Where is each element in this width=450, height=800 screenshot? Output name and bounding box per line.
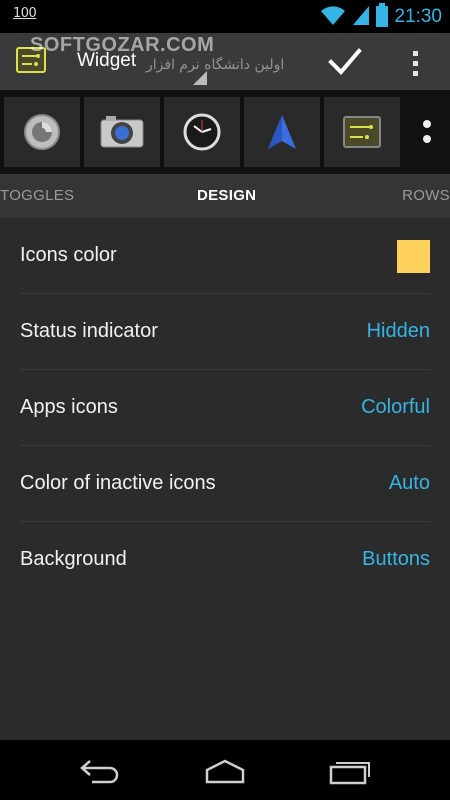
check-icon[interactable] <box>326 43 364 79</box>
status-bar: 100 21:30 <box>0 0 450 33</box>
camera-app-icon[interactable] <box>84 97 160 167</box>
setting-label: Status indicator <box>20 320 158 342</box>
action-bar: SOFTGOZAR.COM اولین دانشگاه نرم افزار Wi… <box>0 33 450 90</box>
more-icon[interactable] <box>422 120 432 148</box>
page-title[interactable]: Widget <box>77 50 136 72</box>
settings-app-icon[interactable] <box>4 97 80 167</box>
setting-label: Apps icons <box>20 396 118 418</box>
setting-status-indicator[interactable]: Status indicator Hidden <box>20 294 430 370</box>
color-swatch[interactable] <box>397 240 430 273</box>
recents-icon[interactable] <box>320 754 380 788</box>
setting-value[interactable]: Buttons <box>362 548 430 571</box>
setting-value[interactable]: Colorful <box>361 396 430 419</box>
settings-list: Icons color Status indicator Hidden Apps… <box>0 218 450 740</box>
notification-indicator: 100 <box>13 6 37 21</box>
home-icon[interactable] <box>195 754 255 788</box>
setting-background[interactable]: Background Buttons <box>20 522 430 598</box>
setting-label: Background <box>20 548 127 570</box>
setting-value[interactable]: Auto <box>389 472 430 495</box>
setting-apps-icons[interactable]: Apps icons Colorful <box>20 370 430 446</box>
widget-preview-strip <box>0 90 450 174</box>
signal-icon <box>352 4 370 30</box>
spinner-indicator-icon <box>193 71 207 85</box>
clock-app-icon[interactable] <box>164 97 240 167</box>
navigation-bar <box>0 740 450 800</box>
setting-label: Color of inactive icons <box>20 472 216 494</box>
back-icon[interactable] <box>70 754 130 788</box>
clock-time: 21:30 <box>394 6 442 27</box>
widget-app-icon[interactable] <box>324 97 400 167</box>
setting-label: Icons color <box>20 244 117 266</box>
tab-design[interactable]: DESIGN <box>197 187 256 204</box>
status-icons: 21:30 <box>320 3 442 31</box>
battery-icon <box>376 3 389 31</box>
overflow-menu-icon[interactable] <box>400 45 430 81</box>
tab-toggles[interactable]: TOGGLES <box>0 187 74 204</box>
tab-bar: TOGGLES DESIGN ROWS <box>0 174 450 218</box>
navigation-app-icon[interactable] <box>244 97 320 167</box>
tab-rows[interactable]: ROWS <box>402 187 450 204</box>
setting-value[interactable]: Hidden <box>367 320 430 343</box>
setting-inactive-icons-color[interactable]: Color of inactive icons Auto <box>20 446 430 522</box>
watermark-subtitle: اولین دانشگاه نرم افزار <box>146 57 285 73</box>
wifi-icon <box>320 4 346 30</box>
setting-icons-color[interactable]: Icons color <box>20 218 430 294</box>
